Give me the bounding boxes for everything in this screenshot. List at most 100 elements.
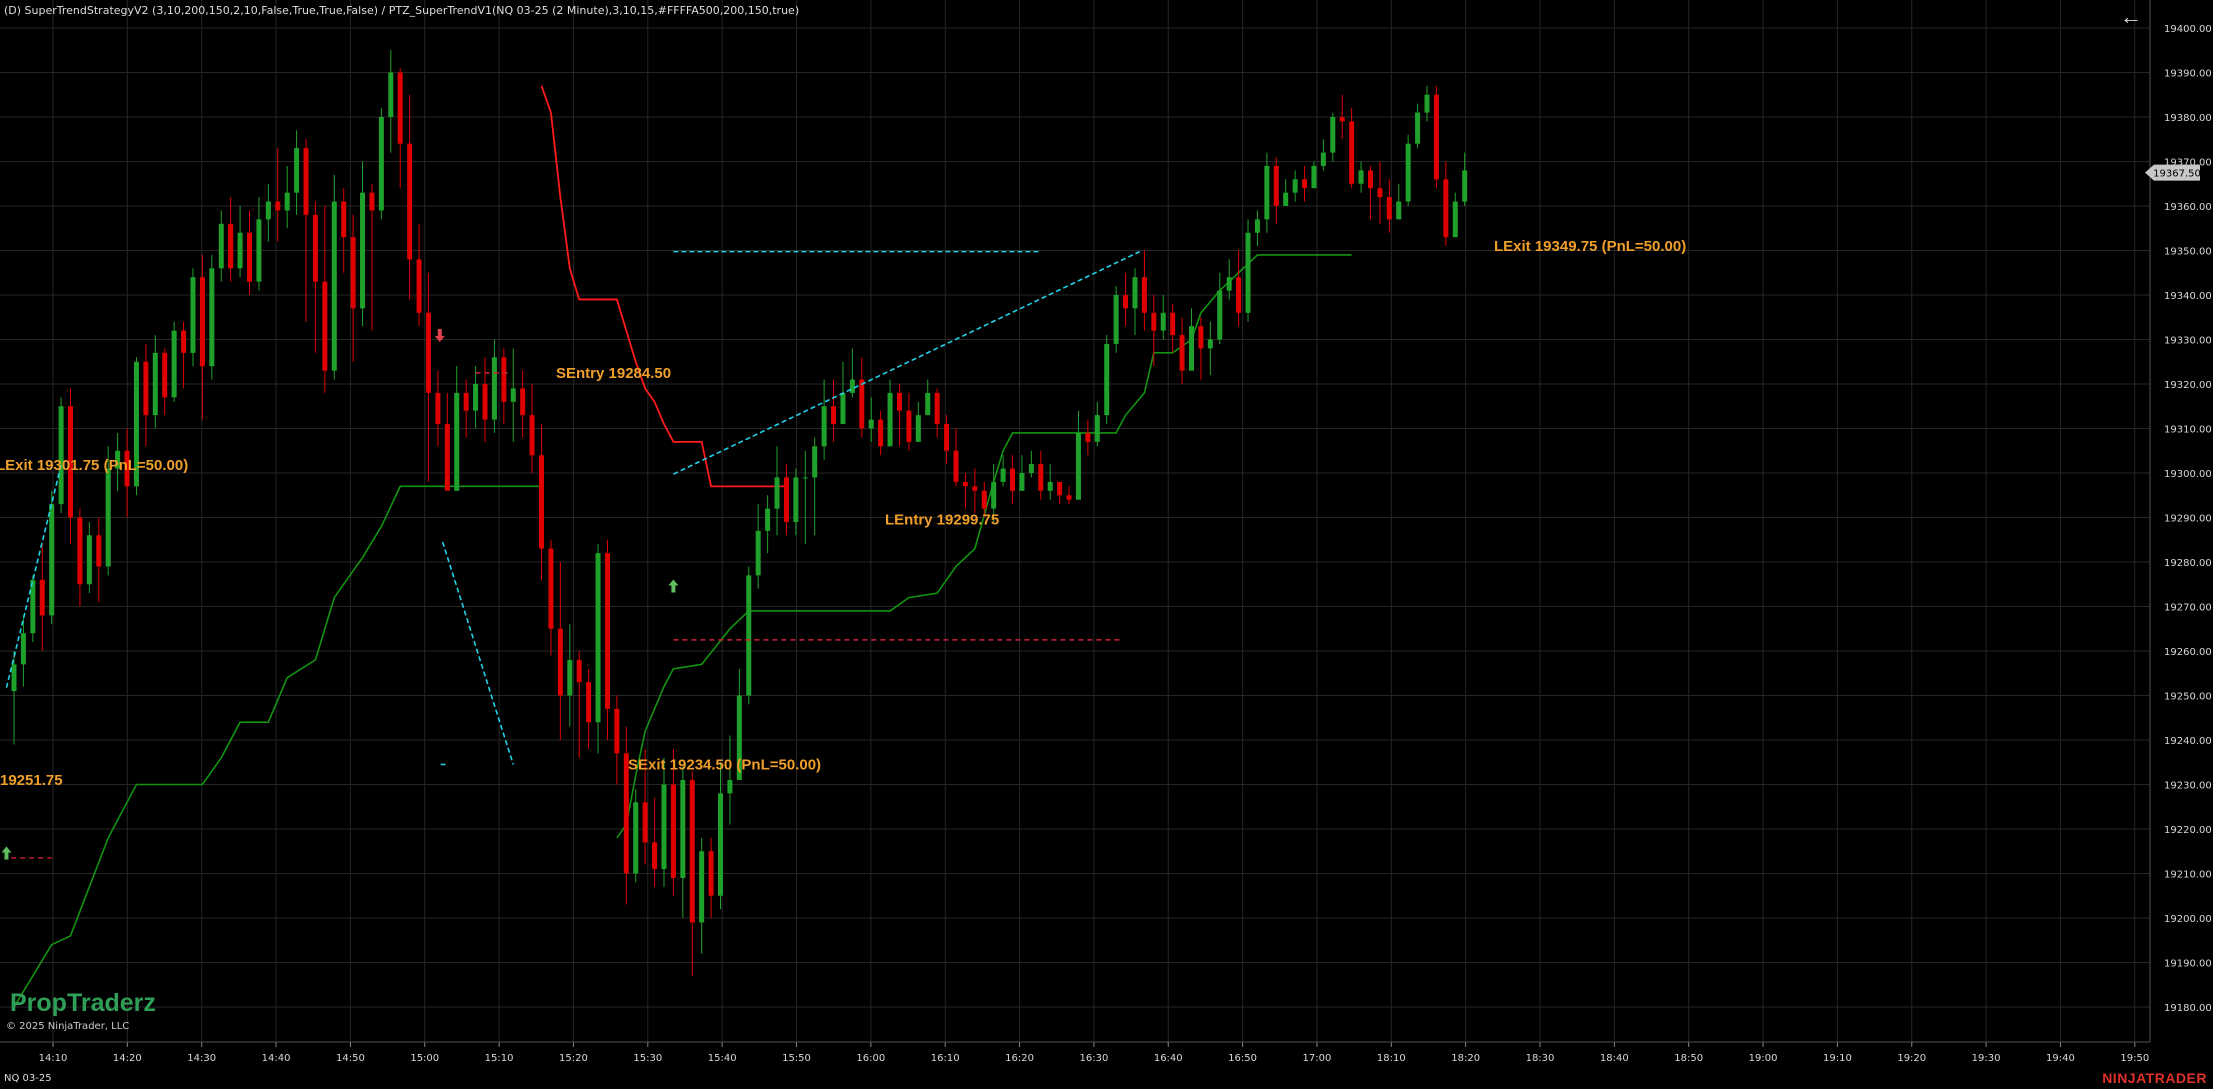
x-tick-label: 15:10 <box>485 1053 514 1064</box>
y-tick-label: 19230.00 <box>2164 781 2212 792</box>
candle-body <box>793 477 799 522</box>
candle-body <box>1349 121 1355 184</box>
x-tick-label: 19:00 <box>1749 1053 1778 1064</box>
candle-body <box>388 72 394 117</box>
candle-body <box>1085 432 1091 442</box>
x-tick-label: 14:20 <box>113 1053 142 1064</box>
candle-body <box>510 388 516 402</box>
candle-body <box>548 548 554 629</box>
candle-body <box>199 277 205 367</box>
candle-body <box>425 312 431 393</box>
candle-body <box>11 664 17 692</box>
candle-body <box>341 201 347 238</box>
candle-body <box>689 780 695 923</box>
candle-body <box>783 477 789 522</box>
x-tick-label: 19:10 <box>1823 1053 1852 1064</box>
candle-body <box>1189 326 1194 371</box>
candle-body <box>1038 464 1044 491</box>
candle-body <box>30 579 36 634</box>
y-tick-label: 19280.00 <box>2164 558 2212 569</box>
candle-body <box>190 277 196 353</box>
candle-body <box>831 406 837 425</box>
candle-body <box>1075 432 1081 500</box>
candle-body <box>294 148 300 193</box>
candle-body <box>1010 468 1016 491</box>
candle-body <box>1330 117 1336 153</box>
candle-body <box>1292 179 1298 193</box>
candle-body <box>331 201 337 371</box>
candle-body <box>981 490 987 509</box>
candle-body <box>746 575 752 696</box>
candle-body <box>962 481 968 487</box>
candle-body <box>1452 201 1458 238</box>
y-tick-label: 19200.00 <box>2164 914 2212 925</box>
candle-body <box>237 232 243 269</box>
candle-body <box>247 232 252 282</box>
candle-body <box>718 793 723 896</box>
candle-body <box>906 410 912 442</box>
candlestick-chart[interactable]: 19180.00 19190.00 19200.00 19210.00 19220.00… <box>0 0 2213 1089</box>
candle-body <box>670 784 676 878</box>
y-tick-label: 19240.00 <box>2164 736 2212 747</box>
candle-body <box>944 424 950 451</box>
candle-body <box>303 148 309 215</box>
candle-body <box>727 780 733 794</box>
candle-body <box>925 392 931 416</box>
candle-body <box>275 201 281 211</box>
x-tick-label: 14:50 <box>336 1053 365 1064</box>
x-tick-label: 16:20 <box>1005 1053 1034 1064</box>
current-price-label: 19367.50 <box>2153 169 2201 180</box>
candle-body <box>1160 312 1166 331</box>
candle-body <box>463 392 469 411</box>
candle-body <box>991 481 997 509</box>
x-tick-label: 14:10 <box>39 1053 68 1064</box>
candle-body <box>58 406 64 505</box>
candle-body <box>557 628 563 696</box>
candle-body <box>1047 481 1053 491</box>
y-tick-label: 19360.00 <box>2164 202 2212 213</box>
arrow-left-icon[interactable]: ← <box>2120 6 2142 28</box>
candle-body <box>1302 179 1308 189</box>
y-tick-label: 19340.00 <box>2164 291 2212 302</box>
candle-body <box>1028 464 1034 473</box>
x-tick-label: 16:40 <box>1154 1053 1183 1064</box>
candle-body <box>77 517 83 585</box>
y-tick-label: 19350.00 <box>2164 247 2212 258</box>
candle-body <box>1415 112 1421 144</box>
candle-body <box>501 357 507 402</box>
candle-body <box>821 406 827 447</box>
candle-body <box>20 633 26 665</box>
instrument-label: NQ 03-25 <box>4 1073 52 1084</box>
candle-body <box>86 535 92 585</box>
candle-body <box>1066 495 1072 500</box>
candle-body <box>284 192 290 211</box>
candle-body <box>312 214 318 282</box>
candle-body <box>1339 117 1345 122</box>
candle-body <box>802 477 808 479</box>
candle-body <box>878 419 884 447</box>
candle-body <box>416 259 422 313</box>
candle-body <box>397 72 403 144</box>
indicator-header: (D) SuperTrendStrategyV2 (3,10,200,150,2… <box>4 4 800 17</box>
candle-body <box>171 330 177 398</box>
candle-body <box>812 446 818 478</box>
y-tick-label: 19220.00 <box>2164 825 2212 836</box>
proptraderz-watermark: PropTraderz <box>10 989 156 1017</box>
y-tick-label: 19380.00 <box>2164 113 2212 124</box>
candle-body <box>680 780 686 878</box>
copyright-text: © 2025 NinjaTrader, LLC <box>6 1021 130 1032</box>
candle-body <box>1123 295 1129 309</box>
candle-body <box>1254 219 1260 233</box>
candle-body <box>859 379 865 429</box>
y-tick-label: 19260.00 <box>2164 647 2212 658</box>
candle-body <box>652 842 658 870</box>
x-tick-label: 16:00 <box>856 1053 885 1064</box>
x-tick-label: 14:40 <box>262 1053 291 1064</box>
candle-body <box>1057 481 1063 496</box>
x-tick-label: 15:00 <box>410 1053 439 1064</box>
candle-body <box>887 392 893 447</box>
candle-body <box>1141 277 1147 313</box>
candle-body <box>708 851 714 896</box>
candle-body <box>1245 232 1251 313</box>
candle-body <box>520 388 526 416</box>
